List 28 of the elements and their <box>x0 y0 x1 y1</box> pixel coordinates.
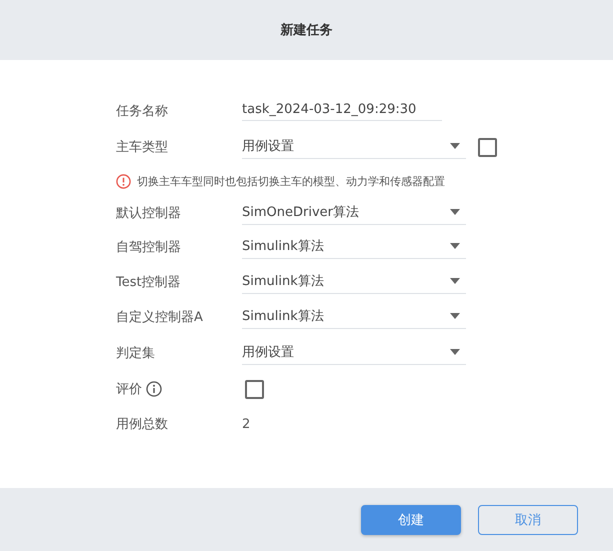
field-label: 判定集 <box>116 344 155 362</box>
field-label: 评价 <box>116 381 142 398</box>
field-label: 主车类型 <box>116 139 168 156</box>
case-count: 2 <box>242 416 250 432</box>
dropdown[interactable]: SimOneDriver算法 <box>242 200 466 224</box>
task-name-field[interactable]: task_2024-03-12_09:29:30 <box>242 100 442 121</box>
dropdown[interactable]: Simulink算法 <box>242 270 466 294</box>
field-label: 任务名称 <box>116 102 168 120</box>
caret-icon <box>450 242 460 248</box>
dropdown[interactable]: Simulink算法 <box>242 305 466 329</box>
warning-message: 切换主车车型同时也包括切换主车的模型、动力学和传感器配置 <box>137 174 445 188</box>
field-label: 用例总数 <box>116 416 168 433</box>
field-label: 自驾控制器 <box>116 238 181 256</box>
caret-icon <box>450 348 460 354</box>
dropdown[interactable]: 用例设置 <box>242 340 466 364</box>
caret-icon <box>450 208 460 214</box>
dropdown[interactable]: 用例设置 <box>242 135 466 159</box>
checkbox[interactable] <box>478 138 497 156</box>
dropdown[interactable]: Simulink算法 <box>242 234 466 258</box>
caret-icon <box>450 143 460 149</box>
caret-icon <box>450 313 460 319</box>
field-label: Test控制器 <box>116 274 181 290</box>
warning-icon <box>116 174 131 188</box>
field-label: 自定义控制器A <box>116 309 203 326</box>
dialog-title: 新建任务 <box>280 22 332 39</box>
caret-icon <box>450 278 460 284</box>
checkbox[interactable] <box>245 380 264 398</box>
field-label: 默认控制器 <box>116 204 181 222</box>
